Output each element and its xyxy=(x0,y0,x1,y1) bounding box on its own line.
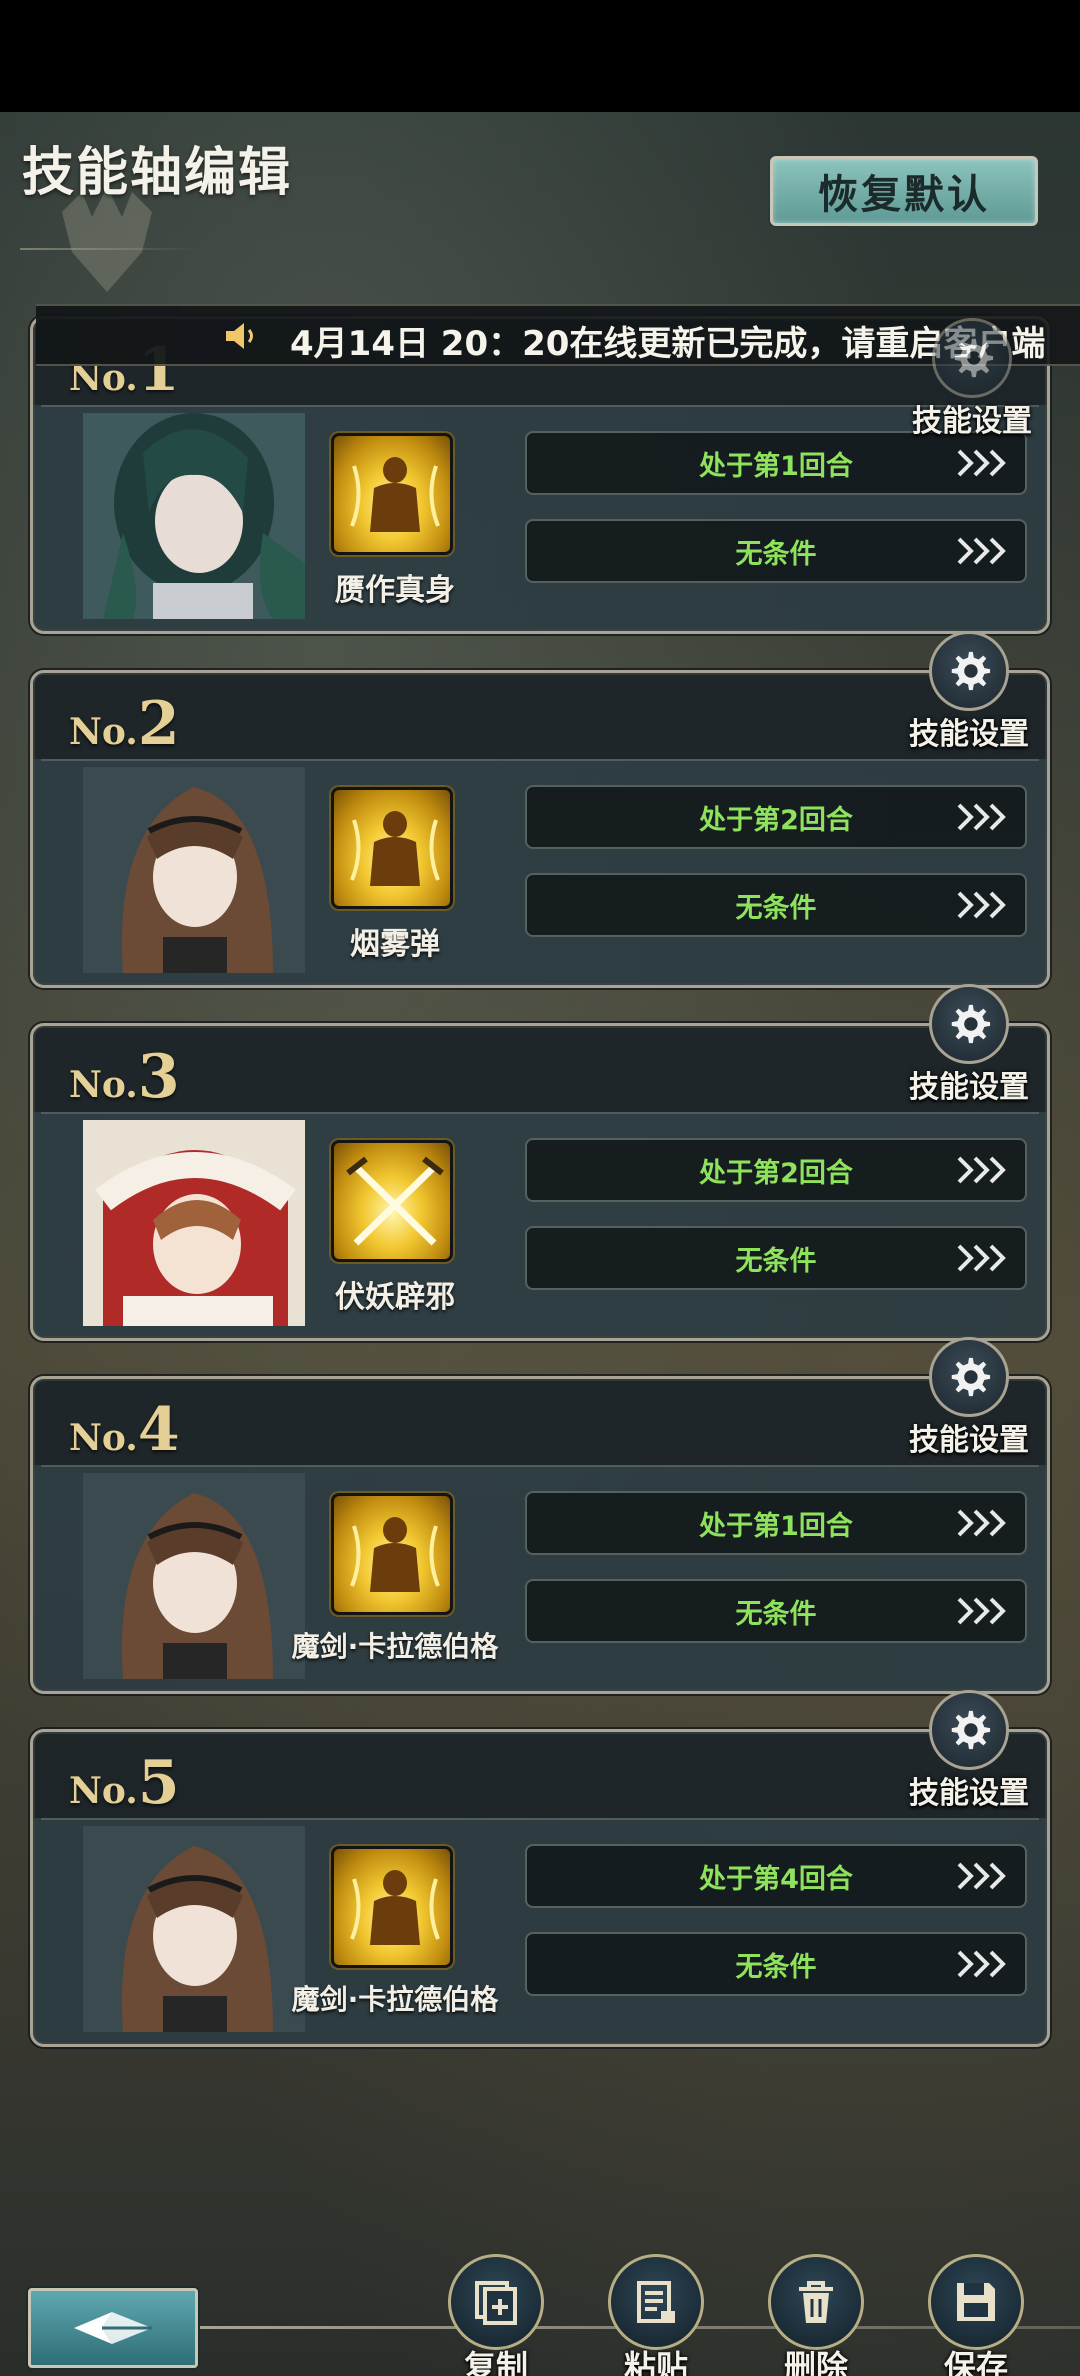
condition-2-button[interactable]: 无条件 xyxy=(525,519,1027,583)
paste-button[interactable]: 粘贴 xyxy=(604,2254,708,2376)
condition-1-text: 处于第1回合 xyxy=(699,1510,853,1542)
triple-chevron-right-icon xyxy=(957,803,1006,831)
delete-button[interactable]: 删除 xyxy=(764,2254,868,2376)
skill-icon-golden-figure[interactable] xyxy=(331,433,453,555)
card-number: No.2 xyxy=(69,689,180,759)
triple-chevron-right-icon xyxy=(957,1156,1006,1184)
portrait-brown-hair xyxy=(83,1826,305,2032)
portrait-red-hood xyxy=(83,1120,305,1326)
crossed-swords-icon xyxy=(346,1156,444,1246)
skill-settings-label: 技能设置 xyxy=(909,717,1029,752)
triple-chevron-right-icon xyxy=(957,1597,1006,1625)
paste-label: 粘贴 xyxy=(623,2348,688,2376)
gear-icon xyxy=(929,1337,1009,1417)
condition-1-text: 处于第2回合 xyxy=(699,1157,853,1189)
triple-chevron-right-icon xyxy=(957,537,1006,565)
skill-card-5: No.5 技能设置 魔剑·卡拉德伯格 处于第4回合 无条件 xyxy=(30,1690,1050,2047)
condition-2-text: 无条件 xyxy=(735,1245,817,1277)
skill-card-4: No.4 技能设置 魔剑·卡拉德伯格 处于第1回合 无条件 xyxy=(30,1337,1050,1694)
portrait-brown-hair xyxy=(83,767,305,973)
status-bar xyxy=(0,0,1080,112)
condition-2-text: 无条件 xyxy=(735,892,817,924)
condition-1-text: 处于第2回合 xyxy=(699,804,853,836)
delete-label: 删除 xyxy=(783,2348,848,2376)
skill-icon-golden-figure[interactable] xyxy=(331,1493,453,1615)
character-portrait[interactable] xyxy=(83,1120,305,1326)
reset-default-button[interactable]: 恢复默认 xyxy=(770,156,1038,226)
skill-card-2: No.2 技能设置 烟雾弹 处于第2回合 无条件 xyxy=(30,631,1050,988)
portrait-dark-green-hair xyxy=(83,413,305,619)
condition-2-text: 无条件 xyxy=(735,1951,817,1983)
condition-1-button[interactable]: 处于第4回合 xyxy=(525,1844,1027,1908)
condition-1-button[interactable]: 处于第2回合 xyxy=(525,785,1027,849)
speaker-icon xyxy=(226,323,253,349)
condition-2-button[interactable]: 无条件 xyxy=(525,1579,1027,1643)
back-arrow-icon xyxy=(74,2312,152,2344)
triple-chevron-right-icon xyxy=(957,1509,1006,1537)
golden-warrior-icon xyxy=(350,1870,440,1945)
save-button[interactable]: 保存 xyxy=(924,2254,1028,2376)
condition-1-text: 处于第1回合 xyxy=(699,450,853,482)
condition-1-button[interactable]: 处于第1回合 xyxy=(525,1491,1027,1555)
skill-icon-crossed-swords[interactable] xyxy=(331,1140,453,1262)
golden-warrior-icon xyxy=(350,811,440,886)
skill-settings-button-2[interactable]: 技能设置 xyxy=(909,631,1029,761)
skill-settings-button-4[interactable]: 技能设置 xyxy=(909,1337,1029,1467)
back-button[interactable] xyxy=(28,2288,198,2368)
gear-icon xyxy=(929,1690,1009,1770)
character-portrait[interactable] xyxy=(83,1473,305,1679)
triple-chevron-right-icon xyxy=(957,1950,1006,1978)
character-portrait[interactable] xyxy=(83,767,305,973)
skill-icon-golden-figure[interactable] xyxy=(331,1846,453,1968)
condition-1-text: 处于第4回合 xyxy=(699,1863,853,1895)
skill-icon-golden-figure[interactable] xyxy=(331,787,453,909)
title-divider xyxy=(20,248,200,250)
skill-name: 赝作真身 xyxy=(335,573,455,608)
skill-name: 魔剑·卡拉德伯格 xyxy=(291,1983,499,2016)
bottom-action-bar: 复制 粘贴 删除 保存 xyxy=(0,2234,1080,2376)
skill-name: 伏妖辟邪 xyxy=(335,1280,455,1315)
skill-timeline-editor: 技能轴编辑 恢复默认 No.1 赝作真身 处于第1回合 无条件 4月14日 20… xyxy=(0,112,1080,2376)
skill-settings-label: 技能设置 xyxy=(912,404,1032,439)
gear-icon xyxy=(932,318,1012,398)
condition-1-button[interactable]: 处于第2回合 xyxy=(525,1138,1027,1202)
page-title: 技能轴编辑 xyxy=(22,143,293,203)
triple-chevron-right-icon xyxy=(957,1862,1006,1890)
condition-2-button[interactable]: 无条件 xyxy=(525,1226,1027,1290)
skill-settings-label: 技能设置 xyxy=(909,1776,1029,1811)
copy-button[interactable]: 复制 xyxy=(444,2254,548,2376)
triple-chevron-right-icon xyxy=(957,891,1006,919)
character-portrait[interactable] xyxy=(83,1826,305,2032)
gear-icon xyxy=(929,984,1009,1064)
card-number: No.4 xyxy=(69,1395,180,1465)
condition-2-text: 无条件 xyxy=(735,1598,817,1630)
character-portrait[interactable] xyxy=(83,413,305,619)
copy-icon xyxy=(448,2254,544,2350)
skill-settings-label: 技能设置 xyxy=(909,1423,1029,1458)
trash-icon xyxy=(768,2254,864,2350)
gear-icon xyxy=(929,631,1009,711)
skill-name: 烟雾弹 xyxy=(350,927,440,962)
skill-name: 魔剑·卡拉德伯格 xyxy=(291,1630,499,1663)
skill-settings-button-1[interactable]: 技能设置 xyxy=(912,318,1032,448)
skill-settings-label: 技能设置 xyxy=(909,1070,1029,1105)
card-number: No.3 xyxy=(69,1042,180,1112)
skill-settings-button-5[interactable]: 技能设置 xyxy=(909,1690,1029,1820)
golden-warrior-icon xyxy=(350,1517,440,1592)
save-label: 保存 xyxy=(943,2348,1008,2376)
skill-card-3: No.3 技能设置 伏妖辟邪 处于第2回合 无条件 xyxy=(30,984,1050,1341)
save-icon xyxy=(928,2254,1024,2350)
paste-icon xyxy=(608,2254,704,2350)
triple-chevron-right-icon xyxy=(957,449,1006,477)
condition-2-button[interactable]: 无条件 xyxy=(525,873,1027,937)
golden-warrior-icon xyxy=(350,457,440,532)
skill-settings-button-3[interactable]: 技能设置 xyxy=(909,984,1029,1114)
card-number: No.5 xyxy=(69,1748,180,1818)
condition-2-text: 无条件 xyxy=(735,538,817,570)
portrait-brown-hair xyxy=(83,1473,305,1679)
triple-chevron-right-icon xyxy=(957,1244,1006,1272)
copy-label: 复制 xyxy=(463,2348,528,2376)
condition-2-button[interactable]: 无条件 xyxy=(525,1932,1027,1996)
